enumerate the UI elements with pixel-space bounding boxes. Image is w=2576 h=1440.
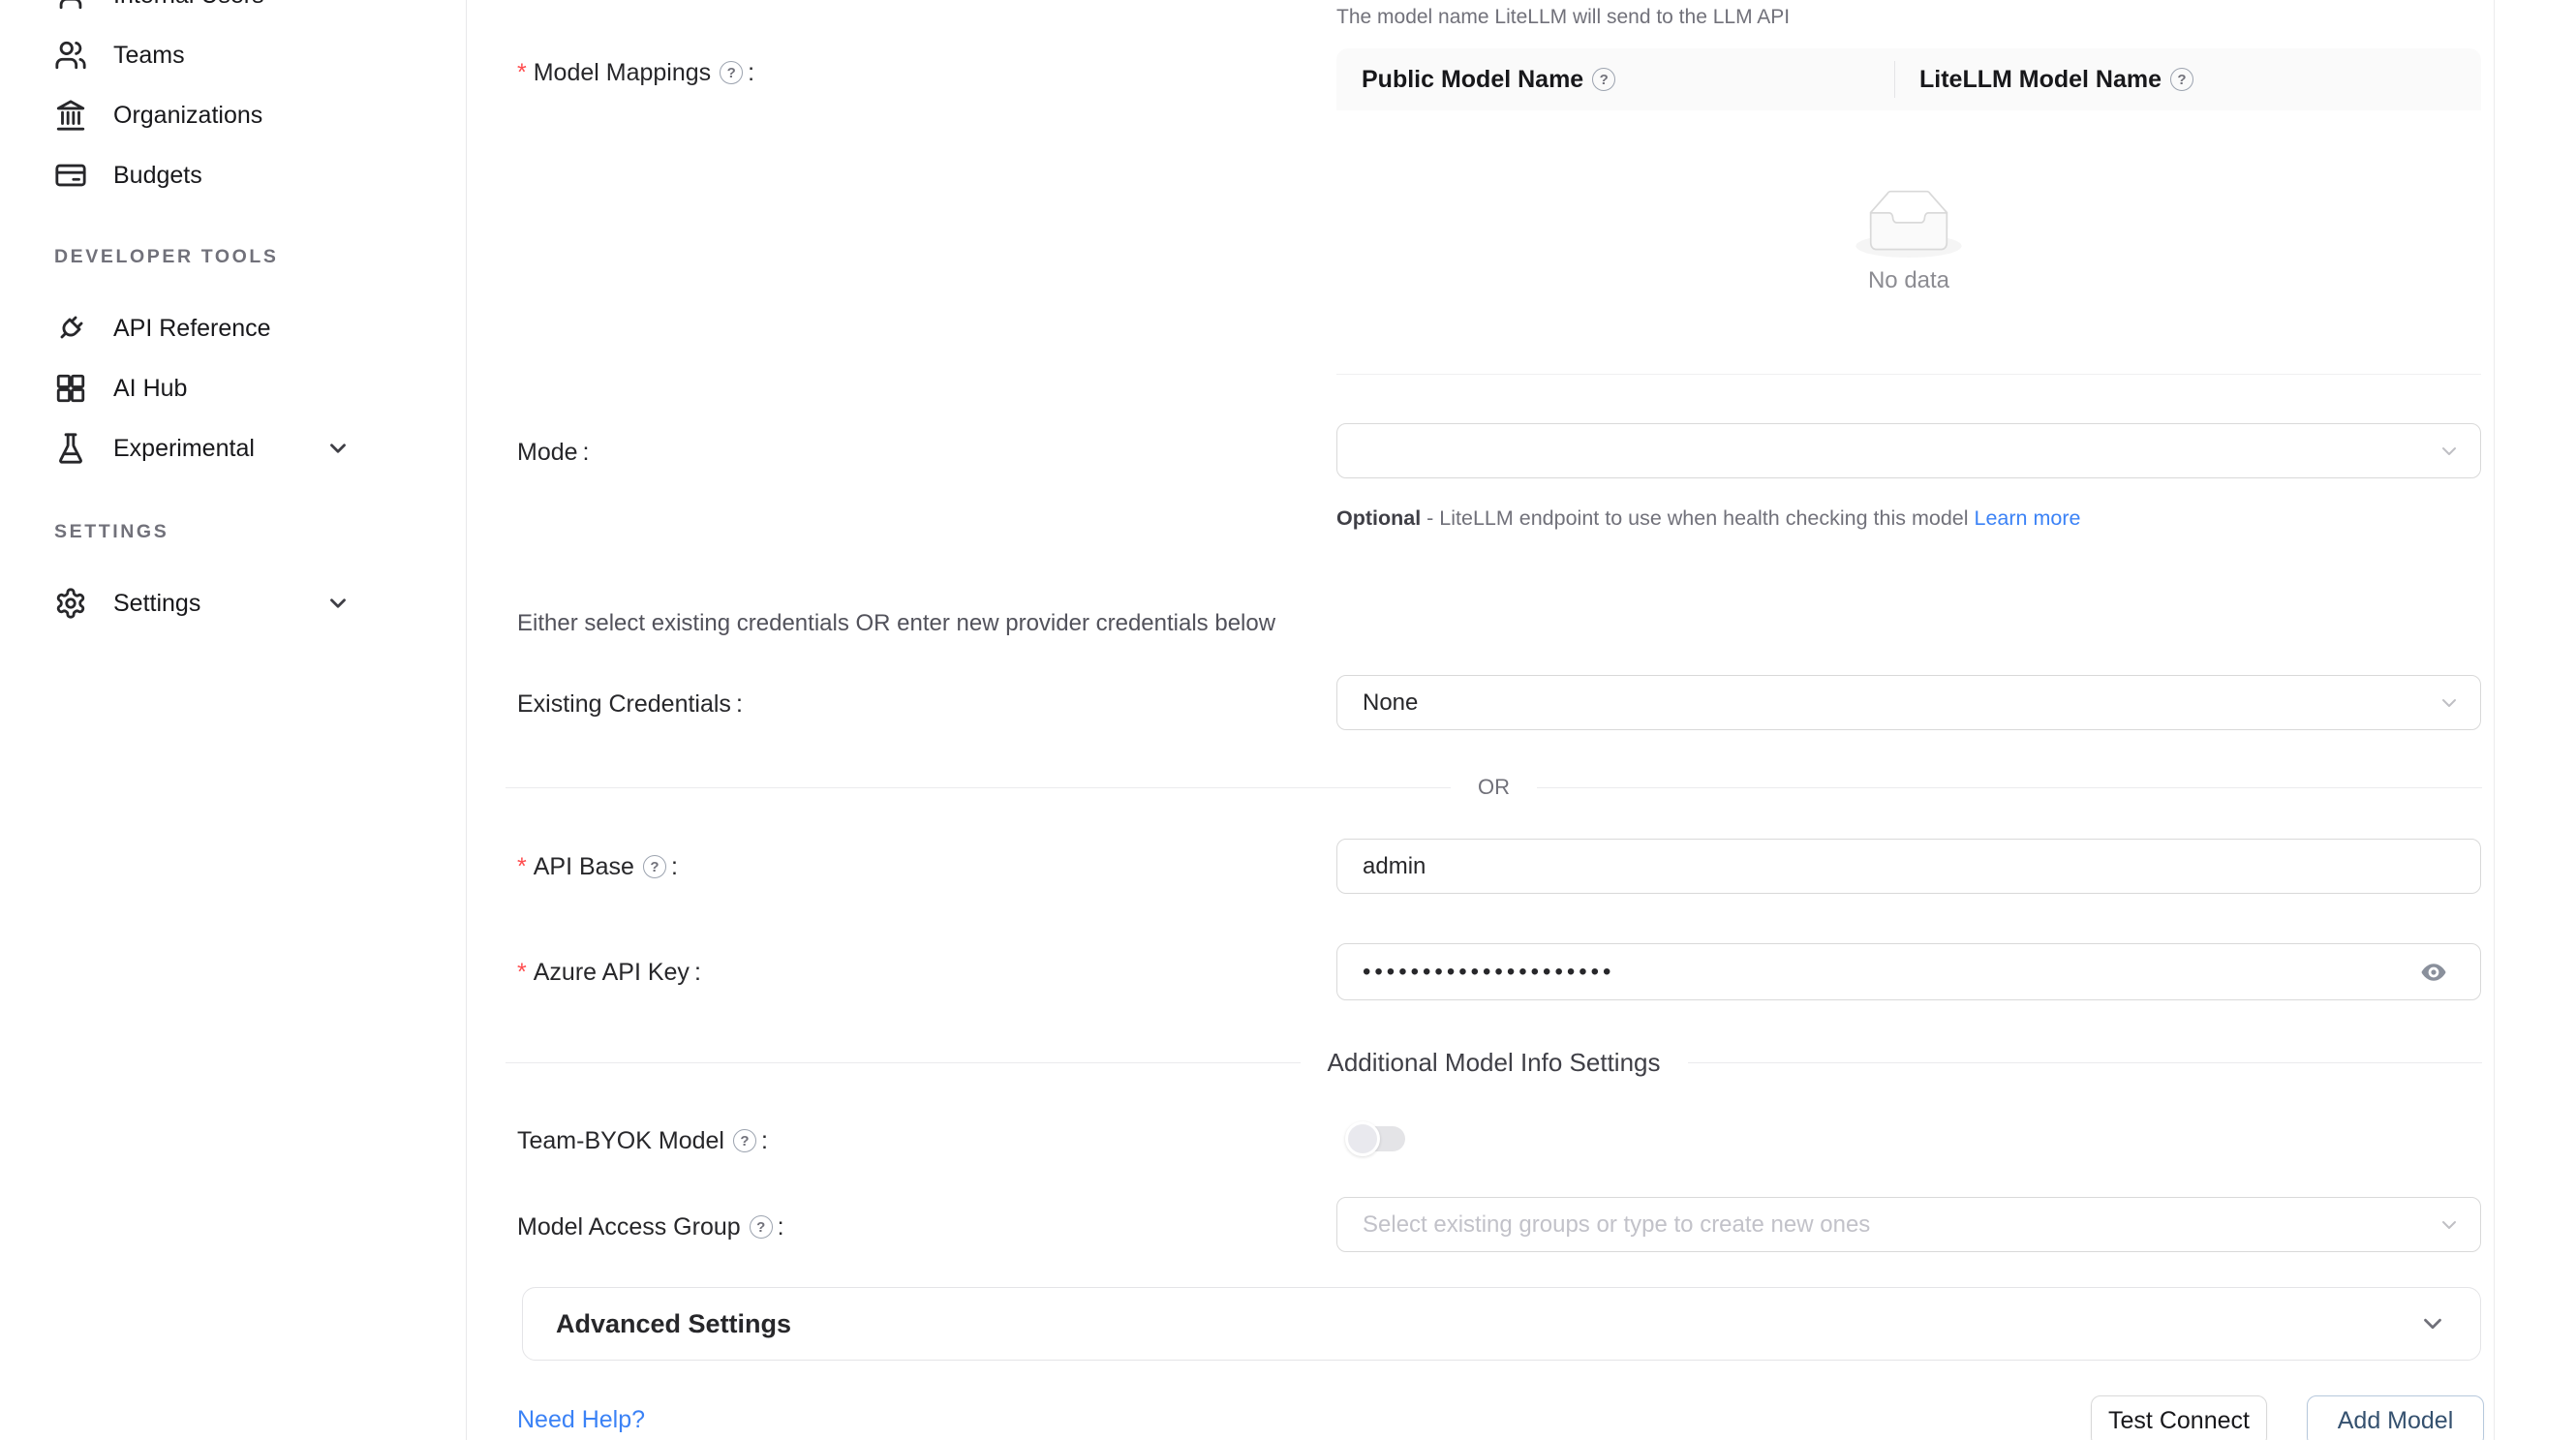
existing-credentials-select[interactable]: None — [1336, 675, 2481, 730]
grid-icon — [54, 372, 87, 405]
required-marker: * — [517, 959, 527, 987]
gear-icon — [54, 587, 87, 620]
team-byok-toggle[interactable] — [1350, 1126, 1405, 1151]
model-mappings-label: * Model Mappings ? : — [517, 56, 754, 89]
sidebar-item-settings[interactable]: Settings — [0, 573, 466, 633]
sidebar: Internal Users Teams Organizations Budge… — [0, 0, 467, 1440]
help-circle-icon[interactable]: ? — [1592, 68, 1615, 91]
mode-label: Mode : — [517, 436, 590, 469]
azure-api-key-input[interactable]: ••••••••••••••••••••• — [1336, 943, 2481, 1000]
sidebar-item-label: API Reference — [113, 315, 271, 343]
model-access-group-label: Model Access Group ? : — [517, 1210, 784, 1243]
chevron-down-icon — [325, 591, 351, 616]
sidebar-item-experimental[interactable]: Experimental — [0, 418, 466, 478]
required-marker: * — [517, 853, 527, 881]
sidebar-item-teams[interactable]: Teams — [0, 25, 466, 85]
sidebar-item-api-reference[interactable]: API Reference — [0, 298, 466, 358]
api-base-label: * API Base ? : — [517, 850, 678, 883]
help-circle-icon[interactable]: ? — [750, 1215, 773, 1239]
sidebar-item-organizations[interactable]: Organizations — [0, 85, 466, 145]
or-text: OR — [1478, 775, 1510, 800]
select-placeholder: Select existing groups or type to create… — [1363, 1211, 1870, 1239]
sidebar-item-ai-hub[interactable]: AI Hub — [0, 358, 466, 418]
table-empty-state: No data — [1336, 110, 2481, 375]
eye-icon[interactable] — [2416, 958, 2451, 987]
model-mappings-table: Public Model Name ? LiteLLM Model Name ? — [1336, 48, 2481, 375]
column-header-litellm-model-name: LiteLLM Model Name ? — [1894, 66, 2193, 94]
api-base-value: admin — [1363, 853, 1426, 880]
sidebar-item-label: AI Hub — [113, 375, 187, 403]
team-byok-label: Team-BYOK Model ? : — [517, 1124, 768, 1157]
chevron-down-icon — [325, 436, 351, 461]
add-model-form: The model name LiteLLM will send to the … — [467, 0, 2576, 1440]
or-divider: OR — [506, 775, 2482, 800]
learn-more-link[interactable]: Learn more — [1975, 506, 2081, 530]
sidebar-item-label: Internal Users — [113, 0, 264, 10]
flask-icon — [54, 432, 87, 465]
azure-api-key-label: * Azure API Key : — [517, 956, 701, 989]
credit-card-icon — [54, 159, 87, 192]
test-connect-button[interactable]: Test Connect — [2091, 1395, 2267, 1440]
additional-settings-title: Additional Model Info Settings — [1328, 1048, 1661, 1078]
additional-settings-divider: Additional Model Info Settings — [506, 1048, 2482, 1078]
existing-credentials-label: Existing Credentials : — [517, 688, 743, 720]
bank-icon — [54, 99, 87, 132]
plug-icon — [54, 312, 87, 345]
add-model-button[interactable]: Add Model — [2307, 1395, 2484, 1440]
no-data-text: No data — [1868, 267, 1949, 294]
help-circle-icon[interactable]: ? — [643, 855, 666, 878]
advanced-settings-panel[interactable]: Advanced Settings — [522, 1287, 2481, 1361]
sidebar-item-label: Teams — [113, 42, 185, 70]
model-access-group-select[interactable]: Select existing groups or type to create… — [1336, 1197, 2481, 1252]
masked-key-value: ••••••••••••••••••••• — [1363, 959, 1614, 986]
credentials-note: Either select existing credentials OR en… — [517, 610, 1275, 637]
mode-select[interactable] — [1336, 423, 2481, 478]
sidebar-item-label: Experimental — [113, 435, 255, 463]
sidebar-item-label: Settings — [113, 590, 200, 618]
api-base-input[interactable]: admin — [1336, 839, 2481, 894]
toggle-knob — [1345, 1121, 1380, 1156]
users-icon — [54, 39, 87, 72]
sidebar-item-internal-users[interactable]: Internal Users — [0, 0, 466, 25]
table-header-row: Public Model Name ? LiteLLM Model Name ? — [1336, 48, 2481, 110]
chevron-down-icon — [2438, 440, 2461, 463]
help-circle-icon[interactable]: ? — [720, 61, 743, 84]
model-mappings-note: The model name LiteLLM will send to the … — [1336, 6, 1790, 29]
required-marker: * — [517, 59, 527, 87]
need-help-link[interactable]: Need Help? — [517, 1406, 645, 1434]
content-right-divider — [2494, 0, 2495, 1440]
sidebar-section-settings: SETTINGS — [0, 512, 466, 551]
help-circle-icon[interactable]: ? — [733, 1129, 756, 1152]
mode-helper-text: Optional - LiteLLM endpoint to use when … — [1336, 499, 2131, 537]
chevron-down-icon — [2418, 1309, 2447, 1338]
column-divider — [1894, 61, 1895, 98]
chevron-down-icon — [2438, 1213, 2461, 1237]
chevron-down-icon — [2438, 691, 2461, 715]
user-icon — [54, 0, 87, 12]
empty-box-icon — [1855, 190, 1962, 258]
sidebar-item-label: Organizations — [113, 102, 262, 130]
sidebar-item-label: Budgets — [113, 162, 202, 190]
sidebar-item-budgets[interactable]: Budgets — [0, 145, 466, 205]
column-header-public-model-name: Public Model Name ? — [1336, 66, 1894, 94]
advanced-settings-label: Advanced Settings — [556, 1309, 791, 1339]
sidebar-section-developer-tools: DEVELOPER TOOLS — [0, 237, 466, 276]
help-circle-icon[interactable]: ? — [2170, 68, 2193, 91]
